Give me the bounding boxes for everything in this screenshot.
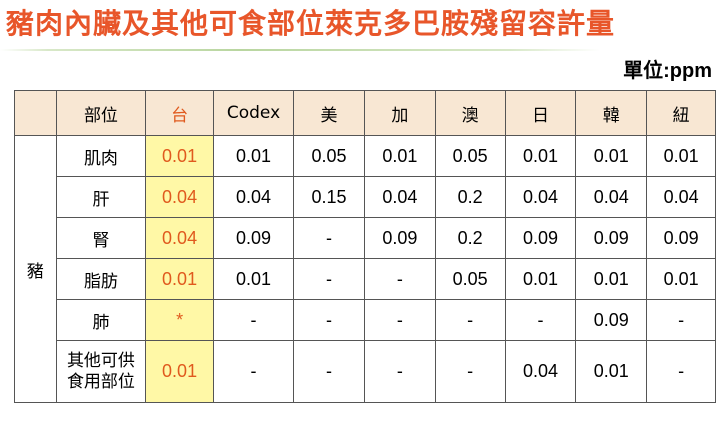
taiwan-value-cell: * bbox=[145, 299, 214, 341]
taiwan-value-cell: 0.01 bbox=[145, 135, 214, 177]
header-part: 部位 bbox=[55, 90, 147, 136]
value-cell: - bbox=[646, 299, 716, 341]
value-cell: 0.05 bbox=[293, 135, 365, 177]
title-divider bbox=[0, 49, 600, 51]
part-cell: 肺 bbox=[55, 299, 147, 341]
value-cell: 0.09 bbox=[212, 217, 295, 259]
value-cell: 0.04 bbox=[212, 176, 295, 218]
taiwan-value-cell: 0.01 bbox=[145, 258, 214, 300]
value-cell: 0.01 bbox=[504, 135, 577, 177]
taiwan-value-cell: 0.04 bbox=[145, 217, 214, 259]
value-cell: 0.01 bbox=[575, 258, 648, 300]
value-cell: 0.01 bbox=[575, 135, 648, 177]
residue-limit-table: 部位 台 Codex 美 加 澳 日 韓 紐 豬 肌肉 0.01 0.01 0.… bbox=[14, 90, 716, 403]
value-cell: - bbox=[212, 340, 295, 403]
value-cell: 0.04 bbox=[646, 176, 716, 218]
table-row: 脂肪 0.01 0.01 - - 0.05 0.01 0.01 0.01 bbox=[15, 258, 716, 300]
value-cell: - bbox=[212, 299, 295, 341]
category-pork: 豬 bbox=[14, 135, 57, 403]
taiwan-value-cell: 0.01 bbox=[145, 340, 214, 403]
value-cell: 0.04 bbox=[363, 176, 436, 218]
part-cell: 脂肪 bbox=[55, 258, 147, 300]
value-cell: - bbox=[363, 258, 436, 300]
value-cell: - bbox=[293, 299, 365, 341]
value-cell: 0.09 bbox=[646, 217, 716, 259]
part-cell: 肌肉 bbox=[55, 135, 147, 177]
value-cell: - bbox=[646, 340, 716, 403]
value-cell: 0.15 bbox=[293, 176, 365, 218]
header-usa: 美 bbox=[293, 90, 365, 136]
value-cell: - bbox=[434, 340, 506, 403]
header-codex: Codex bbox=[212, 90, 295, 136]
table-row: 腎 0.04 0.09 - 0.09 0.2 0.09 0.09 0.09 bbox=[15, 217, 716, 259]
taiwan-value-cell: 0.04 bbox=[145, 176, 214, 218]
value-cell: 0.05 bbox=[434, 258, 506, 300]
value-cell: - bbox=[363, 299, 436, 341]
header-korea: 韓 bbox=[575, 90, 648, 136]
value-cell: 0.05 bbox=[434, 135, 506, 177]
value-cell: - bbox=[293, 340, 365, 403]
value-cell: 0.01 bbox=[504, 258, 577, 300]
value-cell: 0.01 bbox=[212, 135, 295, 177]
page-title: 豬肉內臟及其他可食部位萊克多巴胺殘留容許量 bbox=[6, 7, 616, 40]
value-cell: 0.09 bbox=[575, 299, 648, 341]
table-row: 其他可供 食用部位 0.01 - - - - 0.04 0.01 - bbox=[15, 340, 716, 403]
value-cell: 0.09 bbox=[504, 217, 577, 259]
header-japan: 日 bbox=[504, 90, 577, 136]
part-cell: 腎 bbox=[55, 217, 147, 259]
value-cell: - bbox=[293, 217, 365, 259]
value-cell: 0.01 bbox=[575, 340, 648, 403]
header-corner-cell bbox=[14, 90, 57, 136]
value-cell: 0.09 bbox=[363, 217, 436, 259]
table-row: 豬 肌肉 0.01 0.01 0.05 0.01 0.05 0.01 0.01 … bbox=[14, 135, 716, 403]
value-cell: 0.01 bbox=[363, 135, 436, 177]
table-header-row: 部位 台 Codex 美 加 澳 日 韓 紐 bbox=[14, 90, 716, 136]
part-cell: 其他可供 食用部位 bbox=[55, 340, 147, 403]
header-taiwan: 台 bbox=[145, 90, 214, 136]
value-cell: 0.01 bbox=[212, 258, 295, 300]
header-australia: 澳 bbox=[434, 90, 506, 136]
value-cell: 0.04 bbox=[504, 340, 577, 403]
value-cell: 0.04 bbox=[504, 176, 577, 218]
value-cell: - bbox=[504, 299, 577, 341]
unit-label: 單位:ppm bbox=[623, 60, 712, 82]
value-cell: 0.01 bbox=[646, 135, 716, 177]
header-new-zealand: 紐 bbox=[646, 90, 716, 136]
value-cell: 0.01 bbox=[646, 258, 716, 300]
value-cell: 0.09 bbox=[575, 217, 648, 259]
part-label-line-1: 其他可供 bbox=[66, 350, 135, 371]
value-cell: - bbox=[434, 299, 506, 341]
part-label-line-2: 食用部位 bbox=[66, 371, 135, 392]
value-cell: - bbox=[293, 258, 365, 300]
value-cell: 0.2 bbox=[434, 176, 506, 218]
table-row: 肝 0.04 0.04 0.15 0.04 0.2 0.04 0.04 0.04 bbox=[15, 176, 716, 218]
table-row: 肺 * - - - - - 0.09 - bbox=[15, 299, 716, 341]
value-cell: - bbox=[363, 340, 436, 403]
header-canada: 加 bbox=[363, 90, 436, 136]
part-cell: 肝 bbox=[55, 176, 147, 218]
value-cell: 0.2 bbox=[434, 217, 506, 259]
value-cell: 0.04 bbox=[575, 176, 648, 218]
